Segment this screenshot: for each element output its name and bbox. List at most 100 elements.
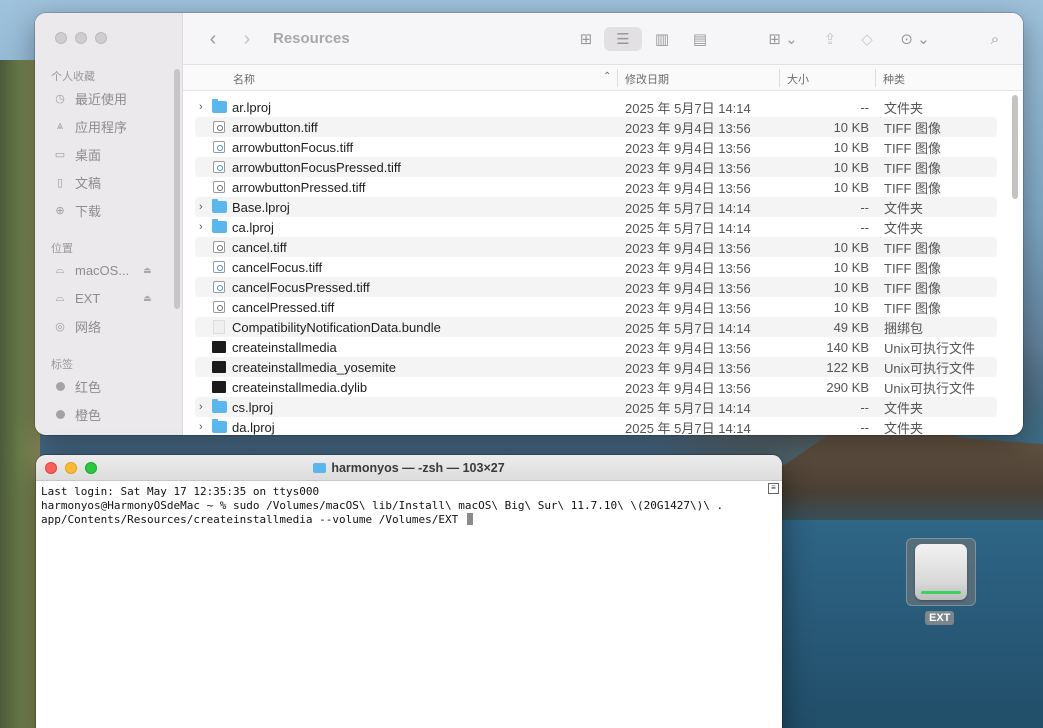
tag-icon[interactable]: ◇: [855, 27, 879, 51]
file-name: arrowbuttonPressed.tiff: [232, 179, 366, 195]
file-list-scrollbar[interactable]: [1012, 95, 1018, 199]
file-kind: TIFF 图像: [884, 260, 942, 276]
download-icon: ⊕: [55, 204, 65, 217]
share-icon[interactable]: ⇪: [819, 27, 841, 51]
terminal-title: harmonyos — -zsh — 103×27: [36, 461, 782, 475]
file-row[interactable]: cancelPressed.tiff 2023 年 9月4日 13:56 10 KB…: [195, 297, 997, 317]
column-name[interactable]: 名称: [233, 71, 255, 87]
file-name: da.lproj: [232, 419, 275, 435]
file-kind: TIFF 图像: [884, 300, 942, 316]
file-date: 2023 年 9月4日 13:56: [625, 380, 751, 396]
file-kind: TIFF 图像: [884, 240, 942, 256]
sidebar-item-tag-orange[interactable]: 橙色: [53, 404, 101, 424]
file-size: 10 KB: [833, 119, 869, 135]
file-size: --: [860, 399, 869, 415]
terminal-exec-icon: [212, 341, 226, 353]
wallpaper-cliff-left: [0, 60, 40, 728]
terminal-scroll-icon[interactable]: ≡: [768, 483, 779, 494]
file-name: cs.lproj: [232, 399, 274, 415]
eject-icon[interactable]: ⏏: [143, 265, 152, 276]
terminal-window: harmonyos — -zsh — 103×27 ≡ Last login: …: [36, 455, 782, 728]
minimize-button[interactable]: [75, 32, 87, 44]
disclosure-chevron-icon[interactable]: ›: [199, 401, 209, 413]
file-row[interactable]: createinstallmedia 2023 年 9月4日 13:56 140 K…: [195, 337, 997, 357]
forward-button[interactable]: ›: [237, 27, 257, 51]
file-date: 2023 年 9月4日 13:56: [625, 280, 751, 296]
file-date: 2025 年 5月7日 14:14: [625, 400, 751, 416]
file-row[interactable]: › da.lproj 2025 年 5月7日 14:14 -- 文件夹: [195, 417, 997, 435]
file-row[interactable]: cancelFocusPressed.tiff 2023 年 9月4日 13:56…: [195, 277, 997, 297]
file-row[interactable]: createinstallmedia.dylib 2023 年 9月4日 13:5…: [195, 377, 997, 397]
sidebar-item-downloads[interactable]: ⊕ 下载: [53, 200, 101, 220]
disk-icon: ⌓: [55, 291, 65, 304]
sidebar-item-network[interactable]: ◎ 网络: [53, 316, 101, 336]
file-name: arrowbuttonFocusPressed.tiff: [232, 159, 401, 175]
file-kind: TIFF 图像: [884, 280, 942, 296]
search-icon[interactable]: ⌕: [983, 27, 1007, 51]
back-button[interactable]: ‹: [203, 27, 223, 51]
disclosure-chevron-icon[interactable]: ›: [199, 101, 209, 113]
file-row[interactable]: › Base.lproj 2025 年 5月7日 14:14 -- 文件夹: [195, 197, 997, 217]
file-date: 2025 年 5月7日 14:14: [625, 200, 751, 216]
file-row[interactable]: cancelFocus.tiff 2023 年 9月4日 13:56 10 KB TI…: [195, 257, 997, 277]
group-by-icon[interactable]: ⊞ ⌄: [763, 27, 803, 51]
column-kind[interactable]: 种类: [883, 71, 905, 87]
sidebar-item-tag-red[interactable]: 红色: [53, 376, 101, 396]
file-list: › ar.lproj 2025 年 5月7日 14:14 -- 文件夹 arrowbutt…: [195, 97, 997, 435]
sidebar-item-macos[interactable]: ⌓ macOS... ⏏: [53, 260, 152, 280]
sidebar-item-recents[interactable]: ◷ 最近使用: [53, 88, 127, 108]
file-kind: 文件夹: [884, 100, 924, 116]
file-row[interactable]: › ca.lproj 2025 年 5月7日 14:14 -- 文件夹: [195, 217, 997, 237]
file-row[interactable]: arrowbuttonFocusPressed.tiff 2023 年 9月4日 …: [195, 157, 997, 177]
file-row[interactable]: arrowbuttonFocus.tiff 2023 年 9月4日 13:56 10…: [195, 137, 997, 157]
file-row[interactable]: arrowbuttonPressed.tiff 2023 年 9月4日 13:56…: [195, 177, 997, 197]
file-row[interactable]: cancel.tiff 2023 年 9月4日 13:56 10 KB TIFF 图像: [195, 237, 997, 257]
file-row[interactable]: createinstallmedia_yosemite 2023 年 9月4日 1…: [195, 357, 997, 377]
terminal-exec-icon: [212, 361, 226, 373]
sidebar-scrollbar[interactable]: [174, 69, 180, 309]
file-row[interactable]: CompatibilityNotificationData.bundle 2025…: [195, 317, 997, 337]
file-kind: 文件夹: [884, 400, 924, 416]
more-actions-icon[interactable]: ⊙ ⌄: [895, 27, 935, 51]
file-date: 2025 年 5月7日 14:14: [625, 320, 751, 336]
file-row[interactable]: › cs.lproj 2025 年 5月7日 14:14 -- 文件夹: [195, 397, 997, 417]
clock-icon: ◷: [55, 92, 65, 105]
ext-drive-icon[interactable]: [906, 538, 976, 606]
sort-chevron-up-icon: ⌃: [603, 71, 612, 82]
disclosure-chevron-icon[interactable]: ›: [199, 421, 209, 433]
sidebar-item-desktop[interactable]: ▭ 桌面: [53, 144, 101, 164]
sidebar-item-ext[interactable]: ⌓ EXT ⏏: [53, 288, 152, 308]
sidebar-item-applications[interactable]: ⩓ 应用程序: [53, 116, 127, 136]
file-date: 2023 年 9月4日 13:56: [625, 160, 751, 176]
close-button[interactable]: [55, 32, 67, 44]
file-size: 49 KB: [833, 319, 869, 335]
sidebar-item-documents[interactable]: ▯ 文稿: [53, 172, 101, 192]
gallery-view-icon[interactable]: ▤: [683, 27, 717, 51]
file-name: Base.lproj: [232, 199, 290, 215]
file-size: 10 KB: [833, 299, 869, 315]
eject-icon[interactable]: ⏏: [143, 293, 152, 304]
column-date[interactable]: 修改日期: [625, 71, 669, 87]
file-kind: Unix可执行文件: [884, 340, 976, 356]
terminal-exec-icon: [212, 381, 226, 393]
file-row[interactable]: › ar.lproj 2025 年 5月7日 14:14 -- 文件夹: [195, 97, 997, 117]
column-size[interactable]: 大小: [787, 71, 809, 87]
sidebar-section-favorites: 个人收藏: [51, 71, 95, 83]
ext-drive-label[interactable]: EXT: [925, 611, 955, 625]
file-size: 140 KB: [826, 339, 869, 355]
file-size: 10 KB: [833, 239, 869, 255]
column-view-icon[interactable]: ▥: [647, 27, 677, 51]
file-size: 122 KB: [826, 359, 869, 375]
file-kind: 文件夹: [884, 220, 924, 236]
disclosure-chevron-icon[interactable]: ›: [199, 221, 209, 233]
zoom-button[interactable]: [95, 32, 107, 44]
terminal-output[interactable]: Last login: Sat May 17 12:35:35 on ttys0…: [41, 485, 764, 527]
file-row[interactable]: arrowbutton.tiff 2023 年 9月4日 13:56 10 KB TI…: [195, 117, 997, 137]
disclosure-chevron-icon[interactable]: ›: [199, 201, 209, 213]
file-name: cancelFocus.tiff: [232, 259, 323, 275]
file-date: 2023 年 9月4日 13:56: [625, 340, 751, 356]
list-view-icon[interactable]: ☰: [604, 27, 642, 51]
icon-view-icon[interactable]: ⊞: [573, 27, 599, 51]
file-name: cancelPressed.tiff: [232, 299, 335, 315]
file-name: ar.lproj: [232, 99, 272, 115]
